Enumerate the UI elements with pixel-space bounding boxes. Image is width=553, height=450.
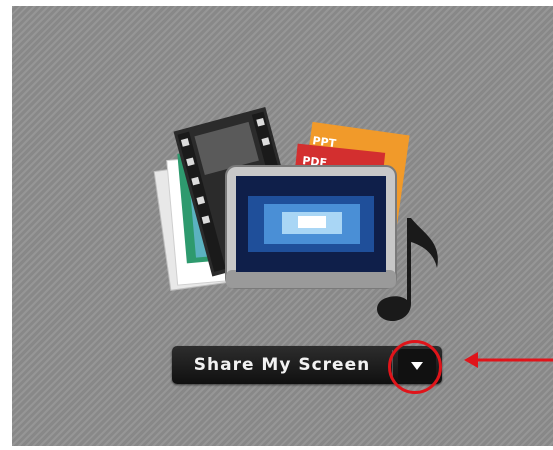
share-pod: PPT PDF Share My Screen — [12, 6, 553, 446]
annotation-arrow-icon — [464, 352, 553, 368]
monitor-icon — [225, 165, 397, 289]
annotation-highlight-circle — [388, 340, 442, 394]
share-my-screen-label: Share My Screen — [193, 355, 371, 375]
